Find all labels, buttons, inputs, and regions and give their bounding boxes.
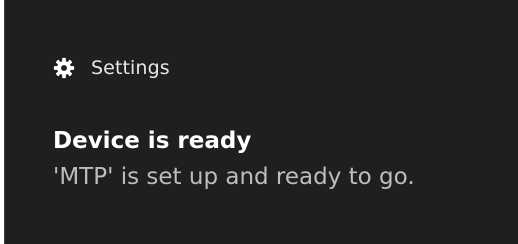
app-name: Settings	[91, 57, 170, 79]
notification-body: 'MTP' is set up and ready to go.	[53, 164, 415, 190]
toast-notification[interactable]: Settings Device is ready 'MTP' is set up…	[4, 0, 518, 244]
notification-header: Settings	[53, 54, 170, 82]
gear-icon	[53, 57, 75, 79]
notification-title: Device is ready	[53, 128, 252, 154]
